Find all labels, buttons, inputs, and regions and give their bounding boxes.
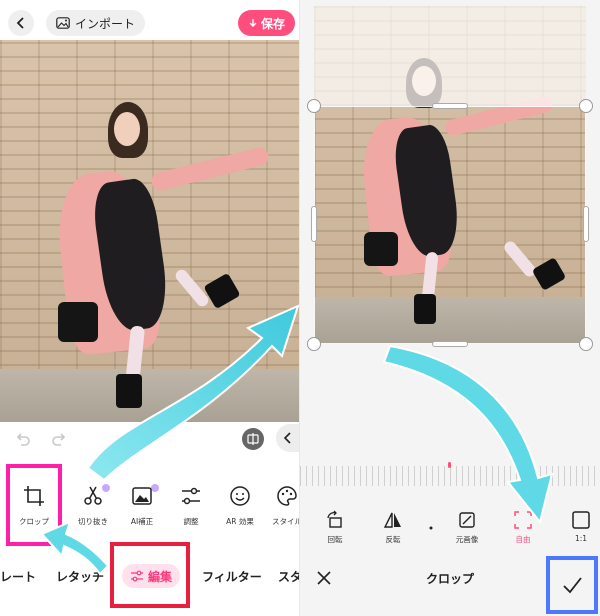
- palette-icon: [277, 486, 297, 506]
- photo-subject-boot-right: [203, 272, 241, 310]
- photo-canvas[interactable]: [0, 40, 300, 422]
- tool-ai-enhance[interactable]: AI補正: [117, 462, 167, 542]
- import-button[interactable]: インポート: [46, 10, 146, 36]
- photo-subject-arm: [149, 145, 271, 193]
- tab-retouch[interactable]: レタッチ: [56, 568, 104, 585]
- crop-stage: [307, 6, 593, 351]
- dot-icon: [429, 526, 433, 530]
- free-crop-icon: [514, 511, 532, 529]
- tool-adjust[interactable]: 調整: [166, 462, 216, 542]
- tool-label: AR 効果: [226, 517, 254, 526]
- import-label: インポート: [75, 16, 136, 31]
- crop-handle-top-right[interactable]: [579, 99, 593, 113]
- tool-ar-effect[interactable]: AR 効果: [215, 462, 265, 542]
- tool-label: スタイル: [272, 517, 300, 526]
- crop-handle-top-left[interactable]: [307, 99, 321, 113]
- tool-label: 元画像: [455, 535, 479, 544]
- photo-subject-boot-left: [116, 374, 142, 408]
- tool-label: 自由: [515, 535, 531, 544]
- cancel-button[interactable]: [314, 568, 334, 588]
- undo-button[interactable]: [14, 430, 34, 450]
- tool-label: 1:1: [574, 534, 588, 543]
- tab-filter[interactable]: フィルター: [202, 568, 262, 585]
- save-button[interactable]: 保存: [238, 10, 296, 36]
- tool-free-crop[interactable]: 自由: [496, 500, 550, 556]
- tool-label: 調整: [183, 517, 199, 526]
- compare-button[interactable]: [242, 428, 264, 450]
- chevron-left-icon: [16, 17, 24, 29]
- crop-edge-bottom[interactable]: [432, 341, 468, 347]
- crop-edge-left[interactable]: [311, 206, 317, 242]
- redo-icon: [52, 433, 66, 446]
- checkmark-icon: [563, 577, 582, 594]
- tab-template[interactable]: レート: [0, 568, 36, 585]
- close-icon: [317, 571, 331, 585]
- smiley-icon: [230, 486, 250, 506]
- crop-title: クロップ: [425, 572, 474, 586]
- photo-floor: [0, 368, 300, 422]
- save-label: 保存: [261, 16, 286, 31]
- undo-icon: [16, 433, 30, 446]
- editor-panel: インポート 保存 クロップ 切り抜き AI補正 調整 AR 効果 スタイル レー…: [0, 0, 300, 616]
- crop-edge-top[interactable]: [432, 103, 468, 109]
- square-icon: [572, 511, 590, 529]
- crop-tool-strip: 回転 反転 元画像 自由 1:1: [300, 500, 600, 556]
- rotate-icon: [327, 510, 342, 528]
- photo-subject-face: [114, 112, 140, 146]
- crop-dimmed-region: [314, 6, 586, 106]
- crop-tool-highlight: [6, 464, 62, 546]
- image-icon: [56, 17, 70, 29]
- screen: インポート 保存 クロップ 切り抜き AI補正 調整 AR 効果 スタイル レー…: [0, 0, 600, 616]
- download-arrow-icon: [249, 19, 257, 27]
- rotation-ruler-marker: [448, 462, 451, 468]
- chevron-left-icon: [283, 432, 291, 444]
- ai-image-icon: [132, 487, 152, 505]
- tab-sticker[interactable]: スタ: [278, 568, 300, 585]
- tool-label: 切り抜き: [78, 517, 108, 526]
- tool-rotate[interactable]: 回転: [308, 500, 362, 556]
- back-button[interactable]: [8, 10, 34, 36]
- crop-handle-bottom-left[interactable]: [307, 337, 321, 351]
- compare-icon: [247, 433, 259, 445]
- redo-button[interactable]: [50, 430, 70, 450]
- photo-subject-bag: [58, 302, 98, 342]
- tool-label: AI補正: [130, 517, 154, 526]
- confirm-button[interactable]: [546, 556, 598, 614]
- crop-panel: 回転 反転 元画像 自由 1:1 クロップ: [300, 0, 600, 616]
- tool-cutout[interactable]: 切り抜き: [68, 462, 118, 542]
- side-panel-toggle[interactable]: [276, 424, 300, 452]
- crop-bottom-bar: クロップ: [300, 556, 600, 616]
- crop-edge-right[interactable]: [583, 206, 589, 242]
- tool-original[interactable]: 元画像: [440, 500, 494, 556]
- flip-icon: [383, 512, 401, 528]
- scissors-icon: [84, 486, 102, 505]
- tool-style[interactable]: スタイル: [262, 462, 300, 542]
- original-icon: [459, 512, 475, 528]
- crop-handle-bottom-right[interactable]: [579, 337, 593, 351]
- top-bar: インポート 保存: [0, 0, 300, 44]
- edit-tab-highlight: [110, 542, 190, 608]
- tool-label: 回転: [327, 535, 343, 544]
- tool-square[interactable]: 1:1: [554, 500, 600, 556]
- crop-frame[interactable]: [314, 106, 586, 344]
- sliders-icon: [182, 487, 200, 505]
